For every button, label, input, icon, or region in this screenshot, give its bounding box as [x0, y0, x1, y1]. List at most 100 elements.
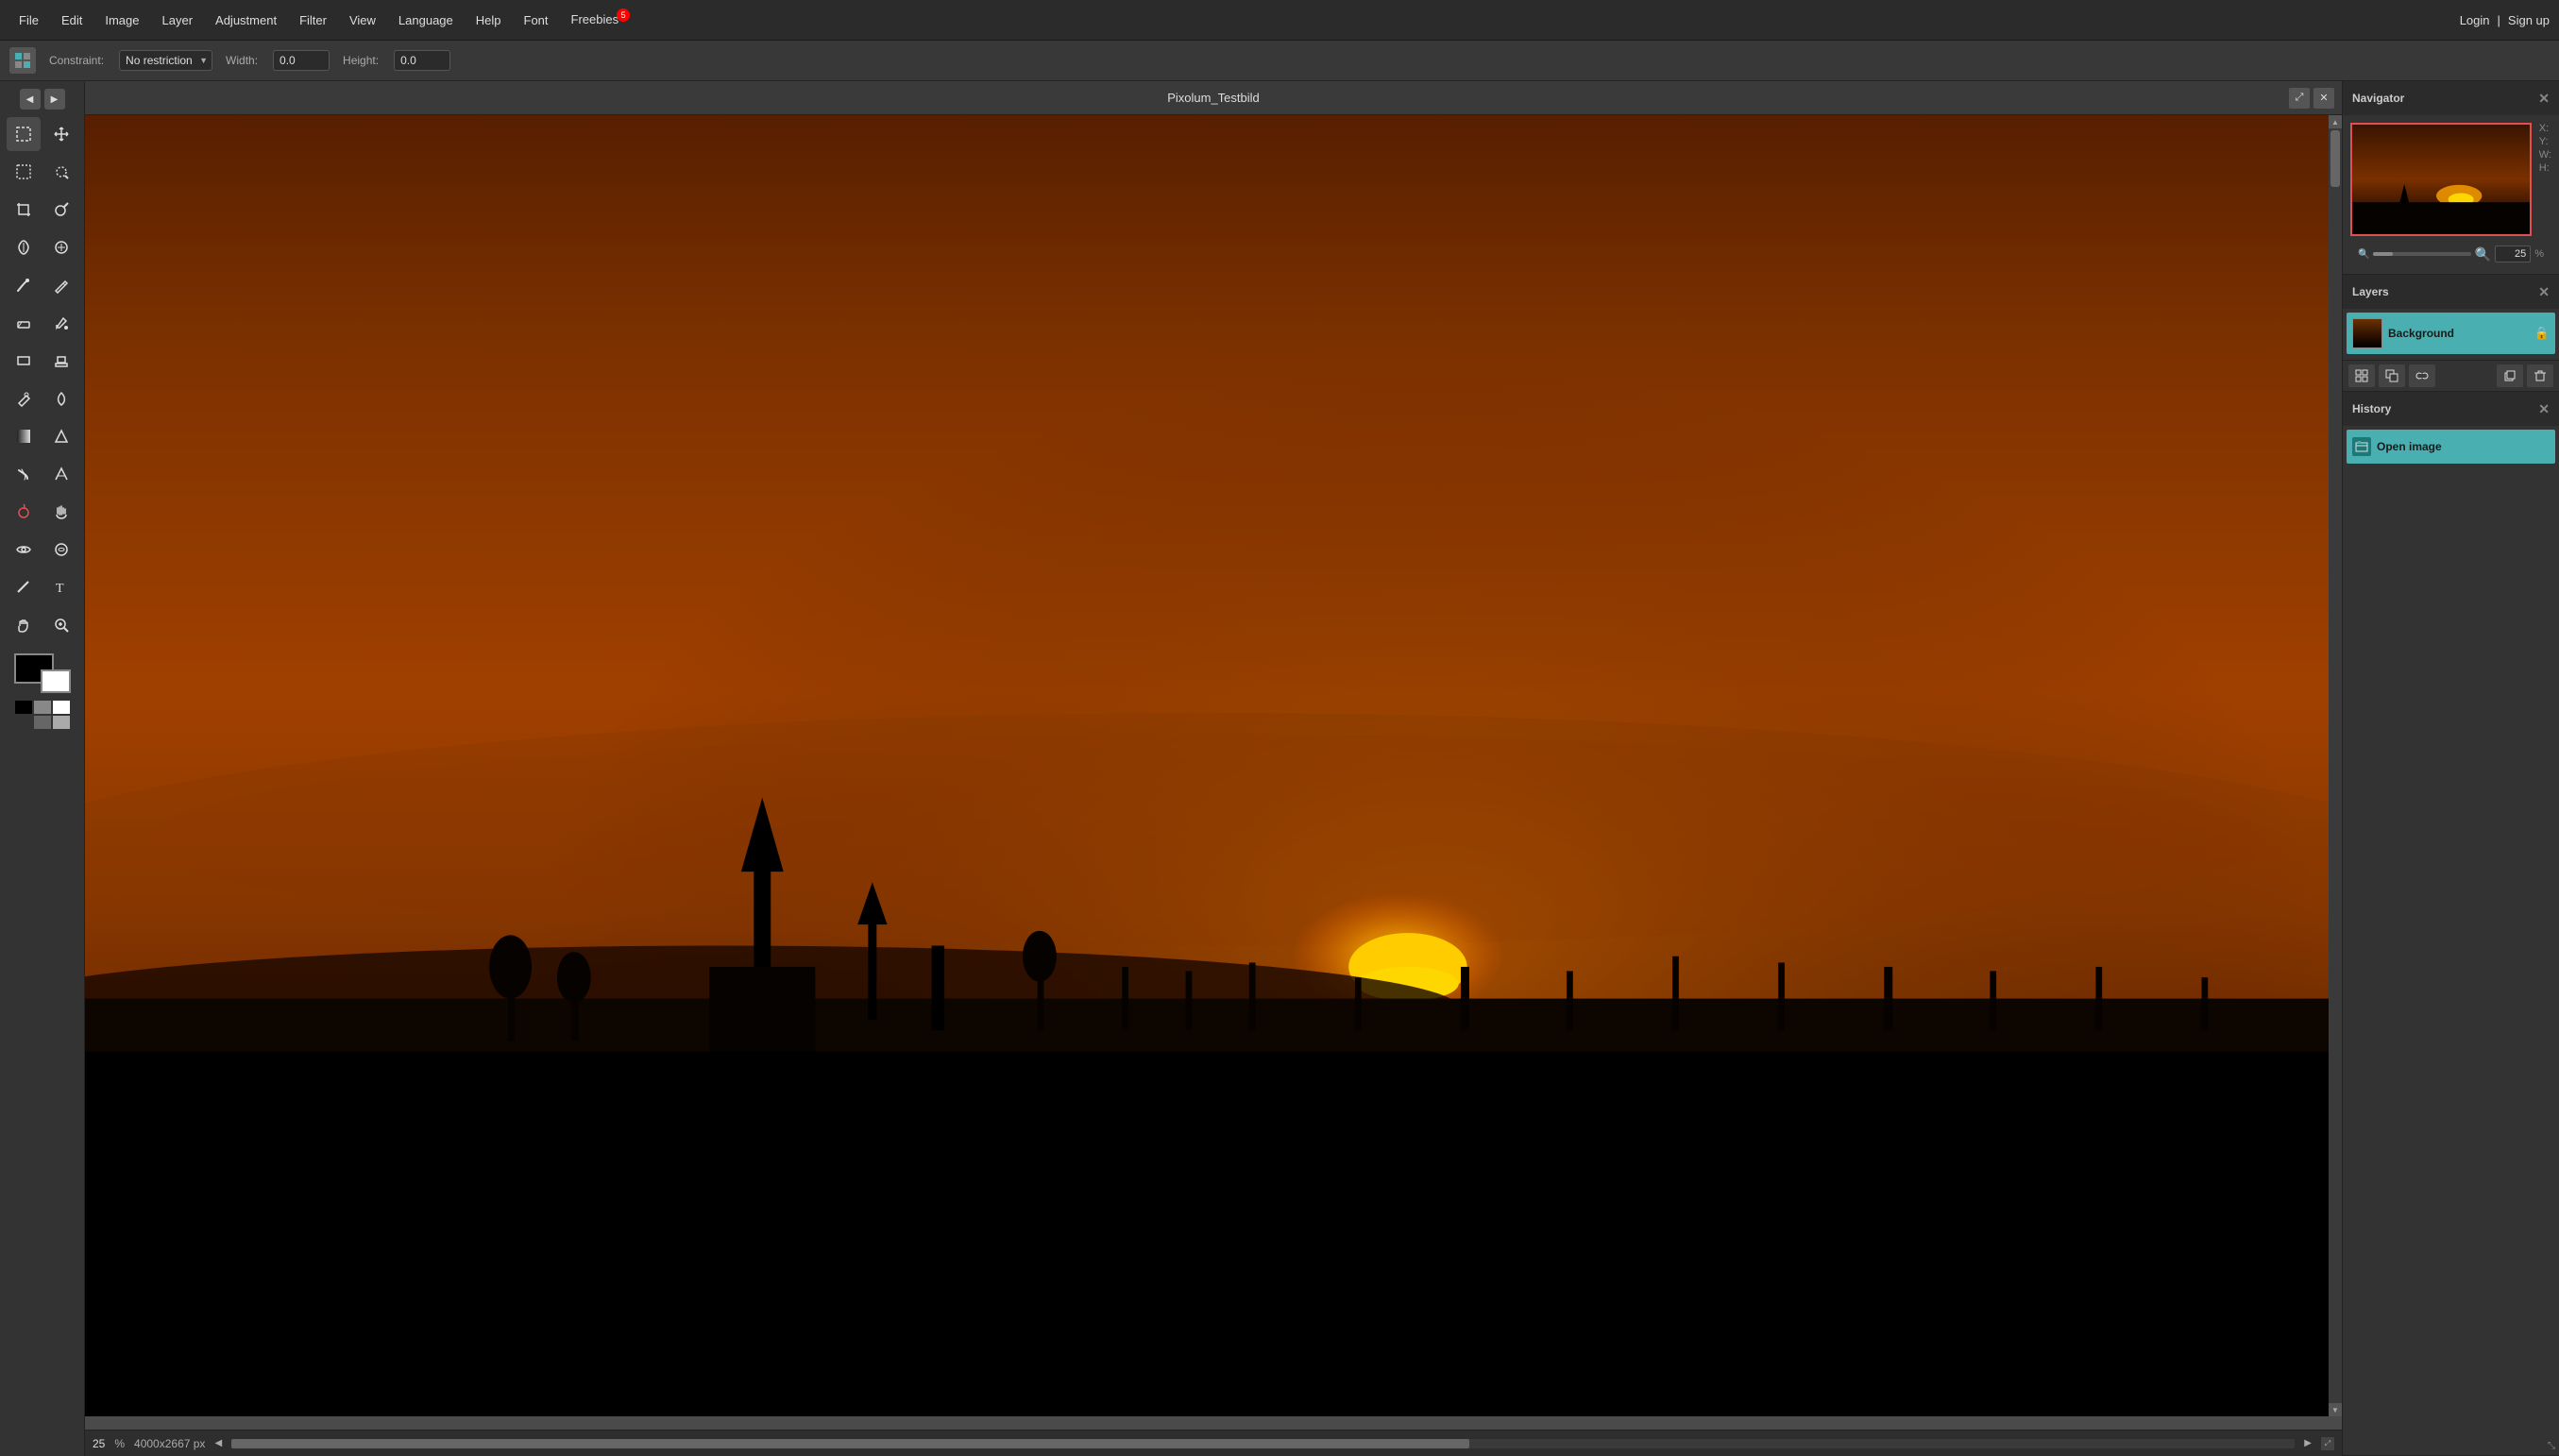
- navigator-thumbnail: [2350, 123, 2532, 236]
- tool-row-8: [7, 381, 78, 415]
- swatch-1[interactable]: [34, 701, 51, 714]
- tool-smudge[interactable]: [7, 457, 41, 491]
- layers-title: Layers: [2352, 285, 2389, 298]
- app-logo: [9, 47, 36, 74]
- swatch-4[interactable]: [34, 716, 51, 729]
- constraint-select[interactable]: No restriction: [119, 50, 212, 71]
- width-input[interactable]: [273, 50, 330, 71]
- scroll-left-btn[interactable]: ◀: [214, 1438, 222, 1448]
- canvas-close-btn[interactable]: ✕: [2313, 88, 2334, 109]
- layers-tb-shape-btn[interactable]: [2379, 364, 2405, 387]
- history-item-label: Open image: [2377, 440, 2442, 453]
- navigator-w-label: W:: [2539, 149, 2551, 161]
- main-layout: ◀ ▶: [0, 81, 2559, 1456]
- tool-row-2: [7, 155, 78, 189]
- swatch-3[interactable]: [15, 716, 32, 729]
- layers-tb-grid-btn[interactable]: [2348, 364, 2375, 387]
- layers-close-btn[interactable]: ✕: [2538, 284, 2550, 300]
- tool-zoom[interactable]: [44, 608, 78, 642]
- canvas-image-container[interactable]: [85, 115, 2329, 1416]
- tool-straighten[interactable]: [44, 193, 78, 227]
- layer-item-background[interactable]: Background 🔒: [2347, 313, 2555, 354]
- zoom-slider[interactable]: [2373, 252, 2470, 256]
- layers-tb-fx-btn[interactable]: [2409, 364, 2435, 387]
- swatch-2[interactable]: [53, 701, 70, 714]
- tool-crop[interactable]: [7, 193, 41, 227]
- tool-liquify[interactable]: [44, 533, 78, 567]
- scroll-right-btn[interactable]: ▶: [2304, 1438, 2312, 1448]
- canvas-scrollbar-horizontal[interactable]: [231, 1439, 2295, 1448]
- swatch-0[interactable]: [15, 701, 32, 714]
- canvas-scrollbar-vertical[interactable]: ▲ ▼: [2329, 115, 2342, 1416]
- tool-pan[interactable]: [44, 495, 78, 529]
- menu-file[interactable]: File: [9, 9, 48, 31]
- swatch-5[interactable]: [53, 716, 70, 729]
- menu-language[interactable]: Language: [389, 9, 463, 31]
- tool-row-4: [7, 230, 78, 264]
- menu-filter[interactable]: Filter: [290, 9, 336, 31]
- layers-tb-delete-btn[interactable]: [2527, 364, 2553, 387]
- tool-lasso[interactable]: [7, 155, 41, 189]
- tool-eye[interactable]: [7, 533, 41, 567]
- tool-triangle[interactable]: [44, 419, 78, 453]
- tool-brush[interactable]: [7, 268, 41, 302]
- tool-blur[interactable]: [44, 381, 78, 415]
- tool-row-12: [7, 533, 78, 567]
- tool-stamp[interactable]: [44, 344, 78, 378]
- scroll-track-vertical[interactable]: [2329, 128, 2342, 1403]
- svg-text:T: T: [56, 582, 64, 596]
- canvas-expand-btn[interactable]: ⤢: [2289, 88, 2310, 109]
- signup-link[interactable]: Sign up: [2508, 13, 2550, 27]
- menu-edit[interactable]: Edit: [52, 9, 92, 31]
- tool-eraser[interactable]: [7, 306, 41, 340]
- menu-help[interactable]: Help: [466, 9, 511, 31]
- tool-nav-prev[interactable]: ◀: [20, 89, 41, 110]
- scroll-thumb-vertical[interactable]: [2330, 130, 2340, 187]
- menu-freebies[interactable]: Freebies5: [562, 8, 642, 31]
- tool-select-rect[interactable]: [7, 117, 41, 151]
- tool-row-9: [7, 419, 78, 453]
- menu-view[interactable]: View: [340, 9, 385, 31]
- tool-clone[interactable]: [44, 230, 78, 264]
- tool-hand[interactable]: [7, 608, 41, 642]
- canvas-titlebar: Pixolum_Testbild ⤢ ✕: [85, 81, 2342, 115]
- menu-adjustment[interactable]: Adjustment: [206, 9, 286, 31]
- tool-quick-select[interactable]: [44, 155, 78, 189]
- tool-vector[interactable]: [44, 457, 78, 491]
- menu-layer[interactable]: Layer: [153, 9, 203, 31]
- swatch-palette: [15, 701, 70, 729]
- tool-fill[interactable]: [44, 306, 78, 340]
- scroll-up-btn[interactable]: ▲: [2329, 115, 2342, 128]
- scroll-thumb-horizontal[interactable]: [231, 1439, 1469, 1448]
- history-close-btn[interactable]: ✕: [2538, 401, 2550, 417]
- layers-tb-copy-btn[interactable]: [2497, 364, 2523, 387]
- canvas-title: Pixolum_Testbild: [1167, 91, 1260, 105]
- tool-pencil[interactable]: [44, 268, 78, 302]
- tool-eyedropper[interactable]: [7, 381, 41, 415]
- tool-ruler[interactable]: [7, 570, 41, 604]
- history-content: Open image: [2343, 426, 2559, 469]
- navigator-coords: X: Y: W: H:: [2539, 123, 2551, 174]
- menu-image[interactable]: Image: [95, 9, 148, 31]
- tool-nav-next[interactable]: ▶: [44, 89, 65, 110]
- history-item-open-image[interactable]: Open image: [2347, 430, 2555, 464]
- navigator-close-btn[interactable]: ✕: [2538, 91, 2550, 107]
- login-link[interactable]: Login: [2460, 13, 2490, 27]
- tool-row-7: [7, 344, 78, 378]
- zoom-value-input[interactable]: [2495, 245, 2531, 262]
- tool-move[interactable]: [44, 117, 78, 151]
- tool-text[interactable]: T: [44, 570, 78, 604]
- history-resize-handle[interactable]: ⤡: [2548, 1441, 2555, 1451]
- tool-burn[interactable]: [7, 495, 41, 529]
- menu-font[interactable]: Font: [515, 9, 558, 31]
- background-swatch[interactable]: [41, 669, 71, 693]
- navigator-h-label: H:: [2539, 162, 2550, 174]
- width-label: Width:: [226, 54, 258, 67]
- tool-gradient[interactable]: [7, 419, 41, 453]
- layers-header: Layers ✕: [2343, 275, 2559, 309]
- height-input[interactable]: [394, 50, 450, 71]
- tool-rect-shape[interactable]: [7, 344, 41, 378]
- scroll-down-btn[interactable]: ▼: [2329, 1403, 2342, 1416]
- tool-heal[interactable]: [7, 230, 41, 264]
- canvas-dimensions: 4000x2667 px: [134, 1437, 205, 1450]
